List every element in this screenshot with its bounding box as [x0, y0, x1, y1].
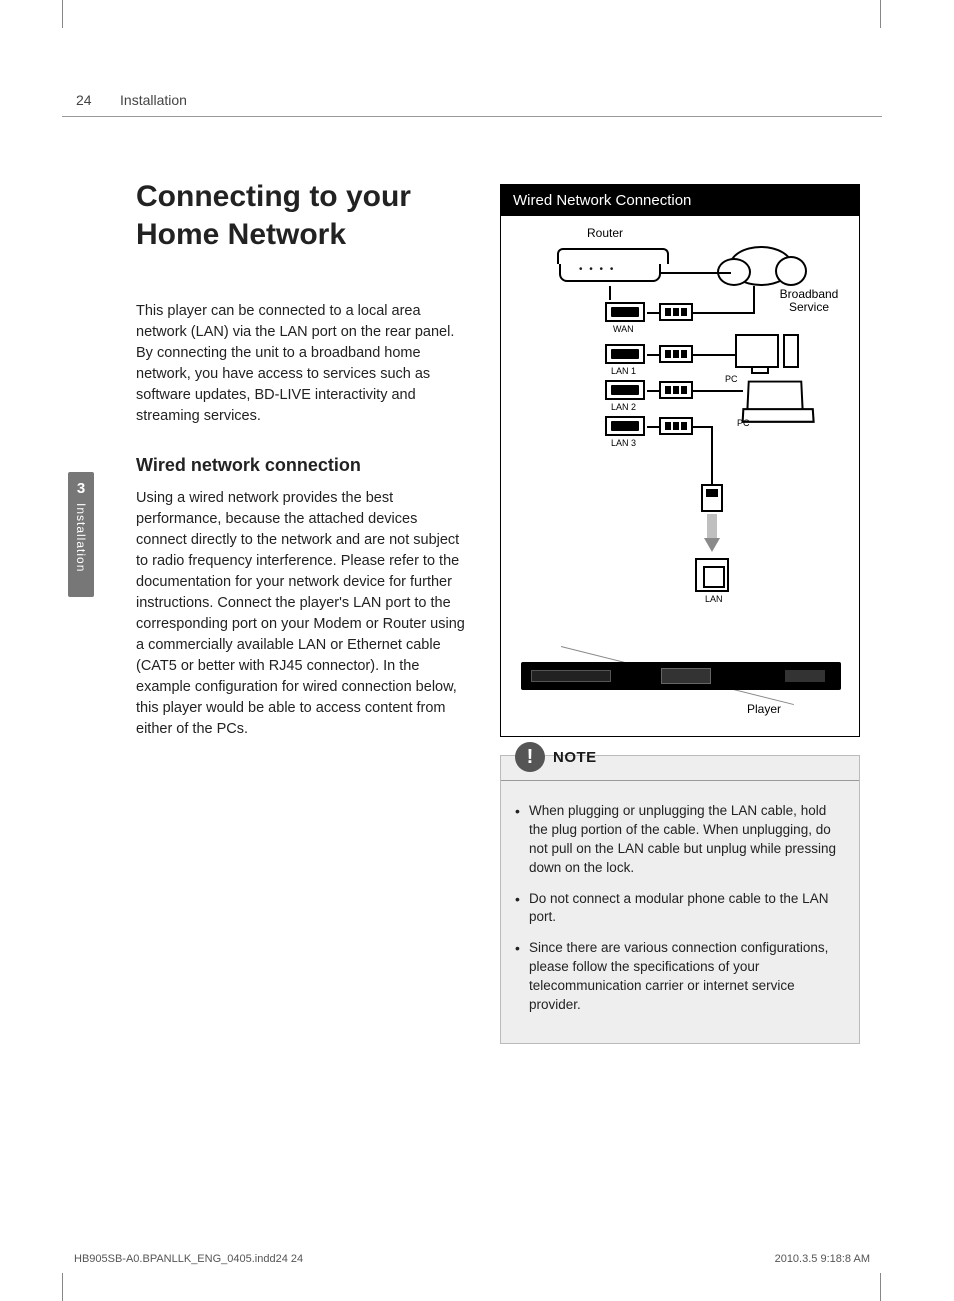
label-pc1: PC — [725, 374, 738, 384]
player-device-icon — [521, 662, 841, 690]
player-lan-port-icon — [695, 558, 729, 592]
footer: HB905SB-A0.BPANLLK_ENG_0405.indd24 24 20… — [62, 1253, 882, 1265]
page-title: Connecting to your Home Network — [136, 178, 466, 253]
lan3-port-icon — [605, 416, 645, 436]
lan1-port-icon — [605, 344, 645, 364]
diagram-body: Router • • • • Broadband Service WAN — [501, 216, 859, 736]
label-lan3: LAN 3 — [611, 438, 636, 448]
label-player: Player — [747, 702, 781, 716]
router-leds: • • • • — [579, 264, 615, 275]
plug-icon — [659, 417, 693, 435]
plug-icon — [659, 303, 693, 321]
note-badge: ! NOTE — [515, 742, 597, 772]
note-item: When plugging or unplugging the LAN cabl… — [515, 802, 845, 878]
body-paragraph: Using a wired network provides the best … — [136, 488, 466, 740]
label-pc2: PC — [737, 418, 750, 428]
wan-port-icon — [605, 302, 645, 322]
diagram-title: Wired Network Connection — [501, 185, 859, 216]
intro-paragraph: This player can be connected to a local … — [136, 301, 466, 427]
left-column: Connecting to your Home Network This pla… — [136, 178, 466, 740]
label-wan: WAN — [613, 324, 634, 334]
arrow-down-icon — [704, 538, 720, 552]
footer-file: HB905SB-A0.BPANLLK_ENG_0405.indd24 24 — [74, 1253, 303, 1265]
footer-timestamp: 2010.3.5 9:18:8 AM — [775, 1253, 870, 1265]
label-broadband: Broadband Service — [769, 288, 849, 314]
chapter-label: Installation — [74, 503, 88, 578]
diagram-box: Wired Network Connection Router • • • • … — [500, 184, 860, 737]
page: 24 Installation 3 Installation Connectin… — [62, 28, 882, 1273]
label-lan1: LAN 1 — [611, 366, 636, 376]
exclamation-icon: ! — [515, 742, 545, 772]
note-label: NOTE — [553, 749, 597, 766]
laptop-icon — [746, 381, 804, 415]
note-item: Since there are various connection confi… — [515, 939, 845, 1015]
plug-icon — [659, 345, 693, 363]
page-header: 24 Installation — [62, 92, 882, 117]
rj45-plug-icon — [701, 484, 723, 512]
right-column: Wired Network Connection Router • • • • … — [500, 184, 860, 1044]
note-list: When plugging or unplugging the LAN cabl… — [515, 802, 845, 1015]
monitor-icon — [735, 334, 779, 368]
page-number: 24 — [76, 92, 92, 108]
side-tab: 3 Installation — [68, 472, 94, 597]
label-router: Router — [587, 226, 623, 240]
cable-shaft — [707, 514, 717, 540]
lan2-port-icon — [605, 380, 645, 400]
note-item: Do not connect a modular phone cable to … — [515, 890, 845, 928]
header-section: Installation — [120, 92, 187, 108]
label-lan2: LAN 2 — [611, 402, 636, 412]
chapter-number: 3 — [68, 480, 94, 497]
cloud-icon — [729, 246, 793, 286]
label-lanport: LAN — [705, 594, 723, 604]
note-box: ! NOTE When plugging or unplugging the L… — [500, 755, 860, 1044]
plug-icon — [659, 381, 693, 399]
pc-tower-icon — [783, 334, 799, 368]
subheading: Wired network connection — [136, 455, 466, 476]
